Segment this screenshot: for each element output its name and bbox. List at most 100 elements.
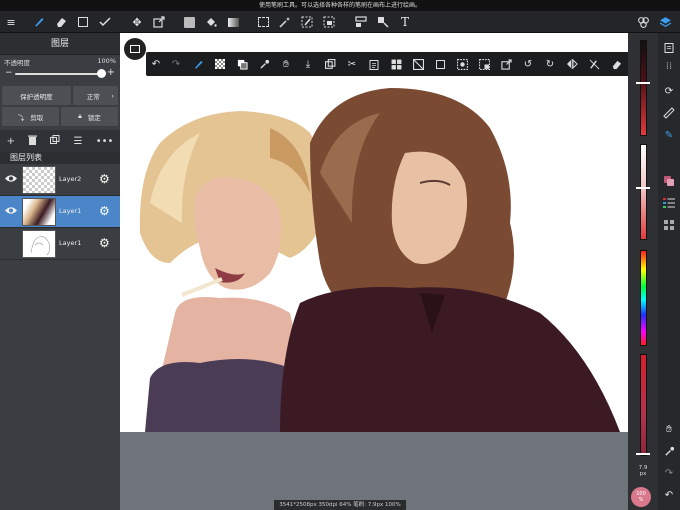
opacity-slider-knob[interactable] [97,69,106,78]
material-icon[interactable] [634,11,652,33]
opacity-marker[interactable] [636,453,650,455]
transform-icon[interactable] [150,11,168,33]
brush-icon[interactable] [30,11,48,33]
snap-off-icon[interactable] [586,52,602,76]
select-erase-icon[interactable] [608,52,624,76]
opacity-label: 不透明度 [4,59,30,67]
canvas-info-bar: 3541*2508px 350dpi 64% 笔刷: 7.9px 100% [274,500,406,510]
layer-row[interactable]: Layer2 ⚙ [0,164,120,196]
saturation-strip[interactable] [640,144,647,240]
color-grid-icon[interactable] [658,216,680,234]
select-eraser-icon[interactable] [320,11,338,33]
clip-icon: ⤵ [17,113,25,122]
clipboard-icon[interactable] [658,38,680,56]
grid-icon[interactable] [388,52,404,76]
add-layer-icon[interactable]: + [7,136,15,147]
opacity-value: 100% [97,57,116,65]
zoom-badge[interactable]: 100 % [631,487,651,507]
clip-button[interactable]: ⤵ 剪取 [2,107,59,126]
saturation-marker[interactable] [636,187,650,189]
eye-icon[interactable] [4,206,18,215]
canvas-floating-toolbar: ↶ ↷ ✋︎ ⤓ ✂ ↺ ↻ [146,52,632,76]
select-all-icon[interactable] [432,52,448,76]
brightness-strip[interactable] [640,40,647,136]
lock-button[interactable]: 🔒︎ 锁定 [61,107,118,126]
magic-wand-icon[interactable] [276,11,294,33]
canvas-toggle-button[interactable] [124,38,146,60]
lock-icon: 🔒︎ [78,112,82,120]
gear-icon[interactable]: ⚙ [99,236,110,250]
clear-icon[interactable] [410,52,426,76]
rectangle-icon[interactable] [74,11,92,33]
rotate-left-icon[interactable]: ↺ [520,52,536,76]
eye-icon[interactable] [4,174,18,183]
eyedropper-icon[interactable] [256,52,272,76]
fill-rect-icon[interactable] [180,11,198,33]
hue-strip[interactable] [640,250,647,346]
text-icon[interactable]: T [396,11,414,33]
opacity-slider[interactable]: − + [0,67,120,81]
reset-icon[interactable]: ⟳ [658,82,680,100]
layer-name: Layer2 [59,175,82,183]
delete-layer-icon[interactable] [28,135,38,148]
menu-icon[interactable]: ≡ [2,11,20,33]
color-swatch-icon[interactable] [658,172,680,190]
select-clear-icon[interactable] [476,52,492,76]
layer-row[interactable]: Layer1 ⚙ [0,196,120,228]
duplicate-layer-icon[interactable] [50,134,60,148]
eraser-icon[interactable] [52,11,70,33]
color-swap-icon[interactable] [234,52,250,76]
import-icon[interactable]: ⤓ [300,52,316,76]
transparency-icon[interactable] [212,52,228,76]
gear-icon[interactable]: ⚙ [99,172,110,186]
layer-move-icon[interactable] [352,11,370,33]
move-icon[interactable]: ✥ [128,11,146,33]
redo-side-icon[interactable]: ↷ [658,464,680,482]
eyedropper-tool-icon[interactable] [658,442,680,460]
flip-horizontal-icon[interactable] [564,52,580,76]
hand-icon[interactable]: ✋︎ [278,52,294,76]
dots-grid-icon[interactable]: ⁞⁞ [658,57,680,75]
select-rect-icon[interactable] [254,11,272,33]
crop-icon[interactable] [374,11,392,33]
layers-panel-title: 图层 [0,33,120,55]
more-icon[interactable]: ••• [96,136,114,147]
blend-mode-select[interactable]: 正常 › [72,86,118,105]
hand-tool-icon[interactable]: ✋︎ [658,420,680,438]
drawing-canvas[interactable] [120,33,628,432]
app-window: 使用笔刷工具。可以选择各种各样的笔刷在画布上进行绘画。 ≡ ✥ T 图层 不透明… [0,0,680,510]
copy-icon[interactable] [322,52,338,76]
status-bar: 使用笔刷工具。可以选择各种各样的笔刷在画布上进行绘画。 [0,0,680,11]
brightness-marker[interactable] [636,82,650,84]
bucket-icon[interactable] [202,11,220,33]
opacity-strip[interactable] [640,354,647,456]
layer-name: Layer1 [59,207,82,215]
layers-icon[interactable] [656,11,674,33]
cut-icon[interactable]: ✂ [344,52,360,76]
ruler-icon[interactable] [658,104,680,122]
smudge-icon[interactable] [96,11,114,33]
undo-side-icon[interactable]: ↶ [658,486,680,504]
plus-icon[interactable]: + [107,67,115,78]
pen-pressure-icon[interactable]: ✎ [658,126,680,144]
pen-select-icon[interactable] [190,52,206,76]
layer-row[interactable]: Layer1 ⚙ [0,228,120,260]
rotate-right-icon[interactable]: ↻ [542,52,558,76]
gear-icon[interactable]: ⚙ [99,204,110,218]
protect-alpha-button[interactable]: 保护透明度 [2,86,71,105]
opacity-slider-track[interactable] [15,73,106,75]
layer-list-title: 图层列表 [0,152,120,164]
layer-list-icon[interactable]: ☰ [74,136,83,147]
select-transform-icon[interactable] [498,52,514,76]
undo-icon[interactable]: ↶ [148,52,164,76]
blend-mode-value: 正常 [86,92,100,101]
select-pen-icon[interactable] [298,11,316,33]
brush-size-label: 7.9 px [632,465,654,477]
lock-label: 锁定 [87,113,101,122]
minus-icon[interactable]: − [5,68,13,78]
redo-icon[interactable]: ↷ [168,52,184,76]
gradient-icon[interactable] [224,11,242,33]
paste-icon[interactable] [366,52,382,76]
palette-list-icon[interactable] [658,194,680,212]
select-invert-icon[interactable] [454,52,470,76]
